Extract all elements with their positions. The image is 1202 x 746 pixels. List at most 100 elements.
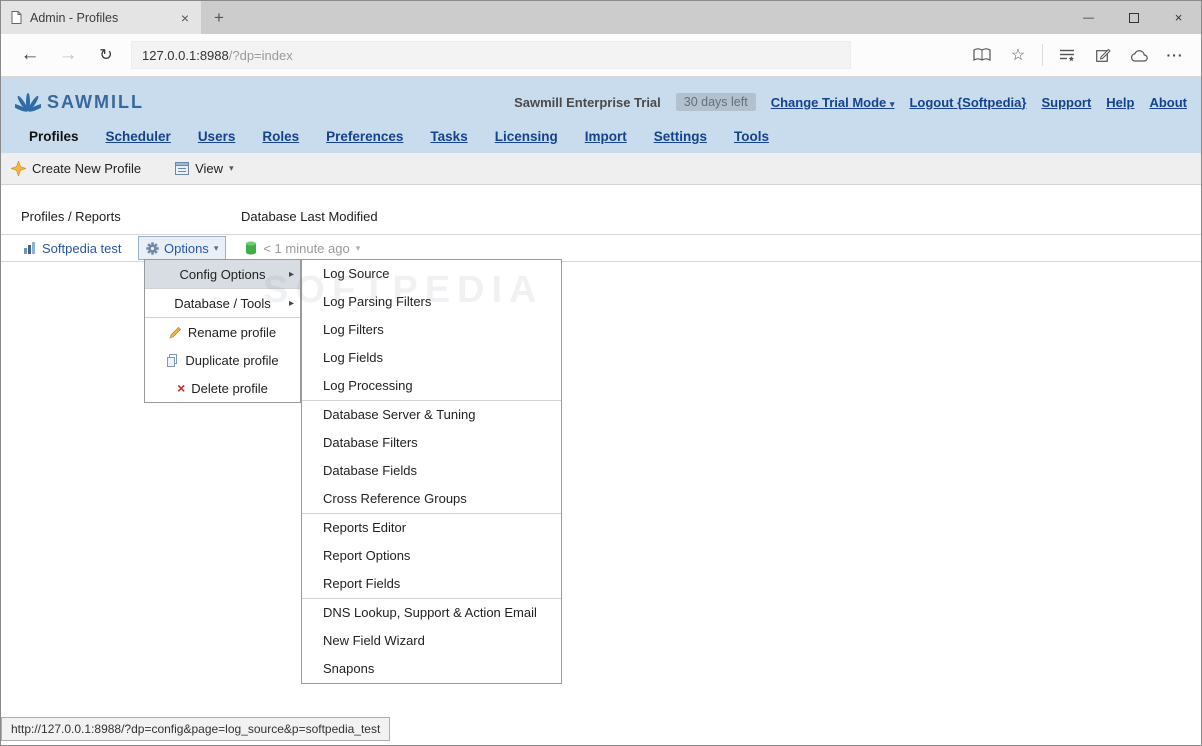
menu-item-config-options[interactable]: Config Options ▸ (145, 260, 300, 288)
forward-button: → (58, 44, 78, 65)
tab-close-icon[interactable]: × (177, 10, 193, 26)
url-host: 127.0.0.1:8988 (142, 47, 229, 63)
nav-item-roles[interactable]: Roles (262, 129, 299, 144)
book-icon (973, 48, 991, 62)
submenu-item-database-filters[interactable]: Database Filters (302, 429, 561, 457)
submenu-item-database-server-tuning[interactable]: Database Server & Tuning (302, 401, 561, 429)
header-links: Sawmill Enterprise Trial 30 days left Ch… (514, 93, 1187, 111)
delete-x-icon: × (177, 380, 186, 396)
logout-link[interactable]: Logout {Softpedia} (909, 95, 1026, 110)
toolbar-divider (1042, 44, 1043, 66)
share-button[interactable] (1123, 39, 1155, 71)
palm-fan-icon (15, 93, 41, 112)
hub-button[interactable] (1051, 39, 1083, 71)
submenu-item-log-filters[interactable]: Log Filters (302, 316, 561, 344)
submenu-item-log-source[interactable]: Log Source (302, 260, 561, 288)
menu-item-label: Rename profile (187, 324, 277, 340)
chevron-down-icon: ▾ (213, 242, 219, 253)
submenu-item-log-fields[interactable]: Log Fields (302, 344, 561, 372)
submenu-item-snapons[interactable]: Snapons (302, 655, 561, 683)
menu-item-database-tools[interactable]: Database / Tools ▸ (145, 289, 300, 317)
nav-item-tasks[interactable]: Tasks (430, 129, 467, 144)
submenu-item-database-fields[interactable]: Database Fields (302, 457, 561, 485)
back-button[interactable]: ← (11, 37, 49, 73)
browser-action-icons: ☆ ··· (966, 39, 1191, 71)
nav-item-users[interactable]: Users (198, 129, 236, 144)
submenu-item-report-fields[interactable]: Report Fields (302, 570, 561, 598)
database-last-modified-cell[interactable]: < 1 minute ago ▾ (245, 241, 360, 256)
title-bar: Admin - Profiles × + — × (1, 1, 1201, 34)
window-controls: — × (1066, 1, 1201, 34)
nav-item-settings[interactable]: Settings (654, 129, 707, 144)
sawmill-logo: SAWMILL (15, 91, 144, 113)
new-tab-button[interactable]: + (201, 1, 237, 34)
submenu-item-dns-lookup-support-action-email[interactable]: DNS Lookup, Support & Action Email (302, 599, 561, 627)
main-nav: Profiles Scheduler Users Roles Preferenc… (15, 122, 1187, 144)
browser-toolbar: ← → ↻ 127.0.0.1:8988/?dp=index ☆ ··· (1, 34, 1201, 77)
create-new-profile-button[interactable]: Create New Profile (11, 161, 141, 176)
minimize-button[interactable]: — (1066, 1, 1111, 34)
support-link[interactable]: Support (1041, 95, 1091, 110)
column-header-modified: Database Last Modified (241, 209, 378, 224)
view-button[interactable]: View ▾ (175, 161, 234, 176)
site-header: SAWMILL Sawmill Enterprise Trial 30 days… (1, 77, 1201, 153)
nav-item-scheduler[interactable]: Scheduler (106, 129, 171, 144)
browser-tab[interactable]: Admin - Profiles × (1, 1, 201, 34)
nav-item-profiles[interactable]: Profiles (29, 129, 79, 144)
submenu-item-reports-editor[interactable]: Reports Editor (302, 514, 561, 542)
logo-text: SAWMILL (47, 91, 144, 112)
menu-item-label: Duplicate profile (185, 352, 279, 368)
menu-item-label: Delete profile (191, 380, 268, 396)
maximize-icon (1128, 12, 1139, 23)
menu-item-rename-profile[interactable]: Rename profile (145, 318, 300, 346)
change-trial-mode-label: Change Trial Mode (770, 94, 887, 110)
create-new-profile-label: Create New Profile (32, 161, 142, 176)
submenu-item-log-processing[interactable]: Log Processing (302, 372, 561, 400)
favorites-star-button[interactable]: ☆ (1002, 39, 1034, 71)
menu-item-duplicate-profile[interactable]: Duplicate profile (145, 346, 300, 374)
maximize-button[interactable] (1111, 1, 1156, 34)
bar-chart-icon (24, 242, 35, 254)
action-toolbar: Create New Profile View ▾ (1, 153, 1201, 185)
close-button[interactable]: × (1156, 1, 1201, 34)
nav-item-import[interactable]: Import (585, 129, 627, 144)
database-icon (246, 241, 257, 255)
note-pen-icon (1095, 48, 1111, 62)
chevron-down-icon: ▾ (355, 242, 361, 253)
submenu-item-log-parsing-filters[interactable]: Log Parsing Filters (302, 288, 561, 316)
change-trial-mode-link[interactable]: Change Trial Mode ▾ (771, 95, 895, 110)
days-left-badge: 30 days left (675, 93, 756, 111)
profile-row: Softpedia test Options ▾ < 1 minute ago … (1, 234, 1201, 262)
reading-view-button[interactable] (966, 39, 998, 71)
menu-item-delete-profile[interactable]: × Delete profile (145, 374, 300, 402)
help-link[interactable]: Help (1106, 95, 1134, 110)
view-list-icon (175, 162, 190, 175)
address-bar[interactable]: 127.0.0.1:8988/?dp=index (131, 41, 851, 69)
chevron-down-icon: ▾ (889, 98, 895, 109)
options-menu: Config Options ▸ Database / Tools ▸ Rena… (144, 259, 301, 403)
page-icon (11, 11, 22, 24)
options-dropdown-button[interactable]: Options ▾ (138, 236, 227, 260)
more-button[interactable]: ··· (1159, 39, 1191, 71)
nav-item-tools[interactable]: Tools (734, 129, 769, 144)
config-options-submenu: Log Source Log Parsing Filters Log Filte… (301, 259, 562, 684)
web-note-button[interactable] (1087, 39, 1119, 71)
submenu-item-report-options[interactable]: Report Options (302, 542, 561, 570)
header-top-row: SAWMILL Sawmill Enterprise Trial 30 days… (15, 82, 1187, 122)
profile-name-cell: Softpedia test (1, 241, 138, 256)
submenu-item-new-field-wizard[interactable]: New Field Wizard (302, 627, 561, 655)
menu-item-label: Config Options (179, 266, 266, 282)
chevron-down-icon: ▾ (229, 163, 234, 173)
caret-right-icon: ▸ (288, 268, 294, 280)
pencil-icon (169, 326, 181, 339)
nav-item-licensing[interactable]: Licensing (495, 129, 558, 144)
profile-link[interactable]: Softpedia test (42, 241, 122, 256)
trial-label: Sawmill Enterprise Trial (514, 94, 661, 110)
copy-icon (167, 353, 178, 367)
about-link[interactable]: About (1149, 95, 1187, 110)
submenu-item-cross-reference-groups[interactable]: Cross Reference Groups (302, 485, 561, 513)
refresh-button[interactable]: ↻ (87, 37, 125, 73)
hub-icon (1060, 49, 1074, 62)
nav-item-preferences[interactable]: Preferences (326, 129, 403, 144)
new-star-icon (11, 161, 26, 176)
